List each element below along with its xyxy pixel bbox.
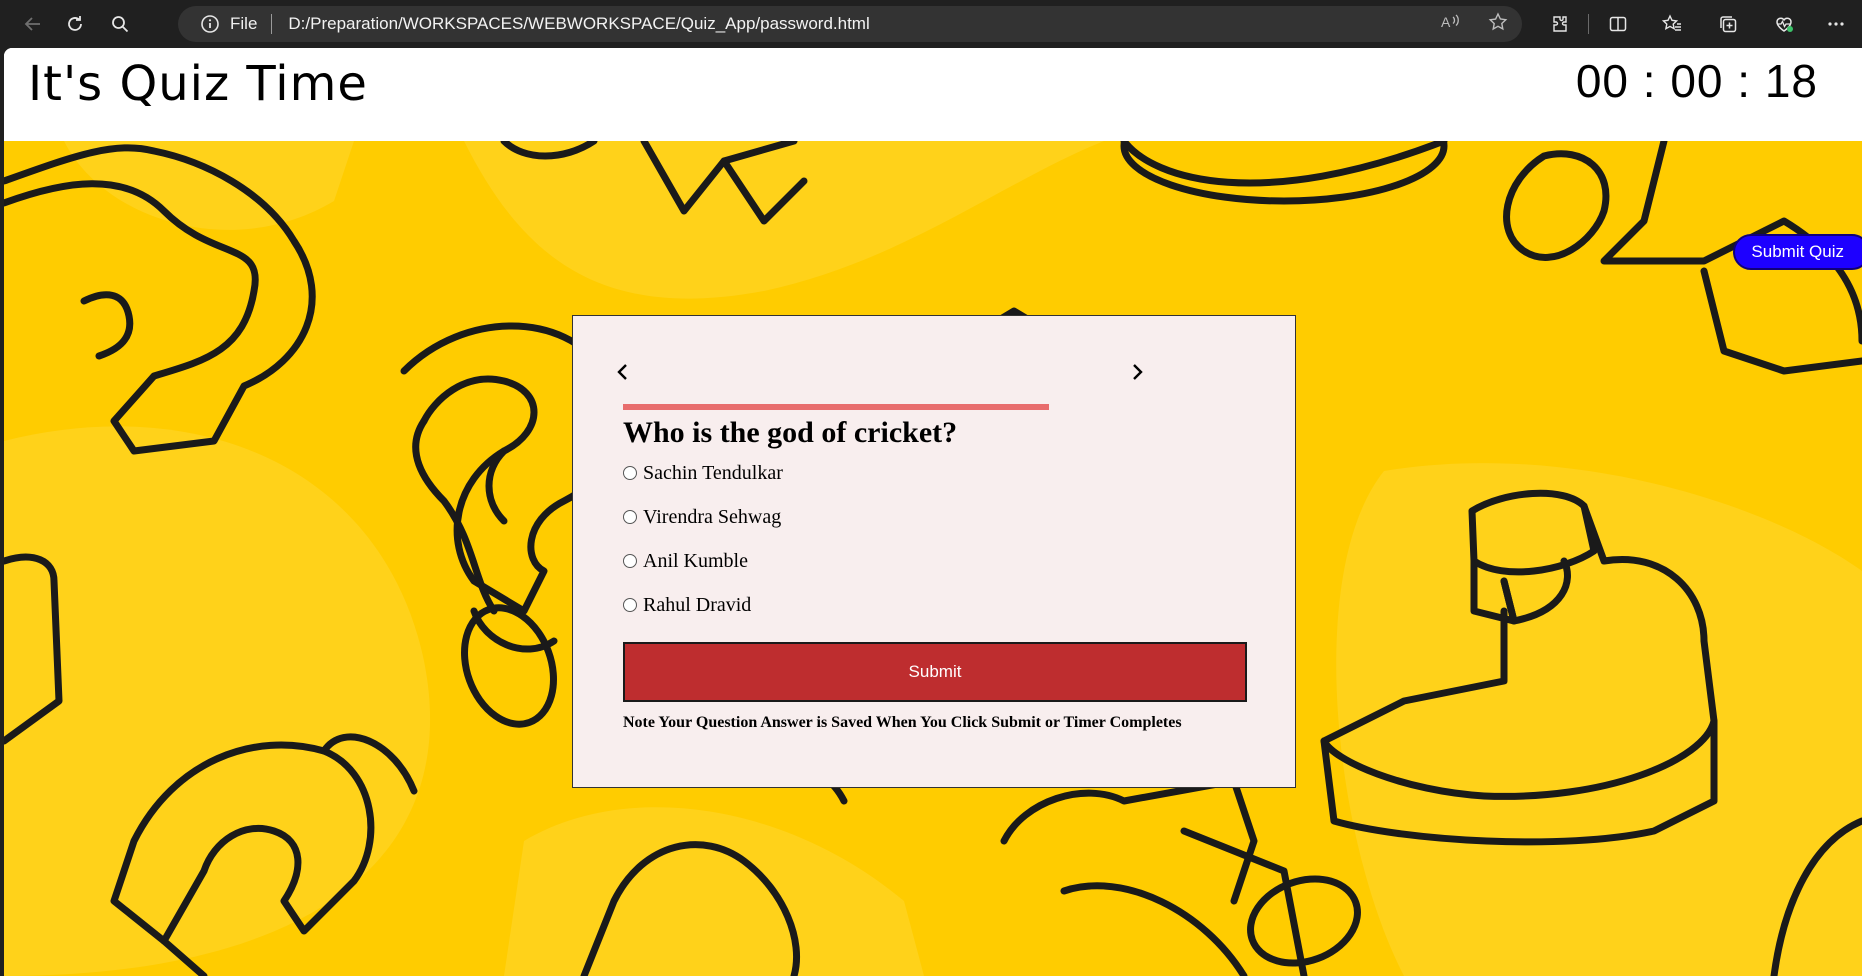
more-icon[interactable] [1822,10,1850,38]
address-bar[interactable]: File D:/Preparation/WORKSPACES/WEBWORKSP… [178,6,1522,42]
answer-options: Sachin Tendulkar Virendra Sehwag Anil Ku… [623,462,783,638]
answer-option[interactable]: Rahul Dravid [623,594,783,638]
answer-option[interactable]: Sachin Tendulkar [623,462,783,506]
question-text: Who is the god of cricket? [623,416,958,449]
toolbar-divider [1588,14,1589,34]
page-viewport: It's Quiz Time 00 : 00 : 18 Submit Quiz … [4,48,1862,976]
answer-option[interactable]: Anil Kumble [623,550,783,594]
browser-essentials-icon[interactable] [1770,10,1798,38]
radio-button[interactable] [623,510,637,524]
split-screen-icon[interactable] [1604,10,1632,38]
collections-icon[interactable] [1714,10,1742,38]
answer-option-label[interactable]: Sachin Tendulkar [643,462,783,485]
radio-button[interactable] [623,554,637,568]
address-divider [271,14,273,34]
answer-option-label[interactable]: Anil Kumble [643,550,748,573]
read-aloud-icon[interactable]: A [1440,12,1462,37]
chevron-left-icon[interactable] [611,360,635,384]
quiz-card: Who is the god of cricket? Sachin Tendul… [572,315,1296,788]
favorites-icon[interactable] [1658,10,1686,38]
extensions-icon[interactable] [1546,10,1574,38]
app-title: It's Quiz Time [28,56,368,112]
page-header: It's Quiz Time 00 : 00 : 18 [4,48,1862,141]
browser-toolbar: File D:/Preparation/WORKSPACES/WEBWORKSP… [0,0,1862,48]
countdown-timer: 00 : 00 : 18 [1575,55,1818,107]
refresh-icon[interactable] [60,9,90,39]
answer-option-label[interactable]: Rahul Dravid [643,594,751,617]
favorite-star-icon[interactable] [1488,12,1508,37]
save-note: Note Your Question Answer is Saved When … [623,714,1182,731]
chevron-right-icon[interactable] [1125,360,1149,384]
question-progress-bar [623,404,1049,410]
svg-text:A: A [1441,14,1451,30]
info-icon[interactable] [200,14,220,34]
radio-button[interactable] [623,598,637,612]
search-icon[interactable] [105,9,135,39]
submit-answer-button[interactable]: Submit [623,642,1247,702]
answer-option-label[interactable]: Virendra Sehwag [643,506,781,529]
back-icon[interactable] [18,9,48,39]
url-text[interactable]: D:/Preparation/WORKSPACES/WEBWORKSPACE/Q… [288,14,869,34]
scheme-label: File [230,14,258,33]
question-progress-fill [623,404,1049,410]
answer-option[interactable]: Virendra Sehwag [623,506,783,550]
submit-quiz-button[interactable]: Submit Quiz [1733,234,1862,270]
radio-button[interactable] [623,466,637,480]
